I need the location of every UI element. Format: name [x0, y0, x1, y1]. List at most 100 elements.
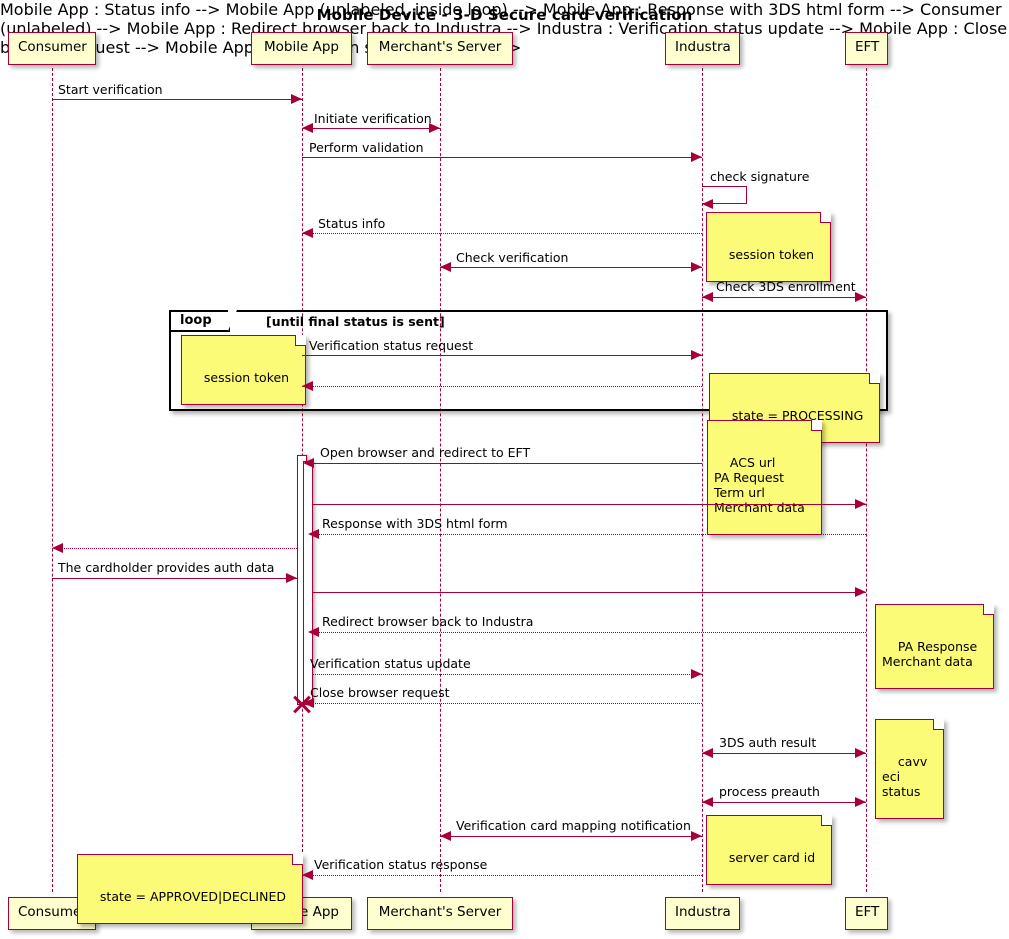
message-line-initiate-verification [302, 128, 440, 129]
message-label-redirect-back-industra: Redirect browser back to Industra [322, 614, 534, 629]
arrowhead-right-icon [855, 292, 866, 302]
message-label-perform-validation: Perform validation [309, 140, 424, 155]
message-label-initiate-verification: Initiate verification [314, 111, 432, 126]
participant-merchant-bottom[interactable]: Merchant's Server [367, 897, 513, 930]
arrowhead-left-icon [702, 199, 713, 209]
participant-label: Consumer [18, 39, 87, 55]
note-fold-icon [820, 212, 832, 223]
note-cavv-eci-status: cavv eci status [875, 719, 945, 819]
participant-label: EFT [855, 39, 880, 55]
message-line-render-form-to-consumer [52, 548, 297, 549]
note-text: server card id [728, 850, 816, 865]
message-line-cardholder-auth-data [52, 578, 297, 579]
message-line-submit-pareq [313, 504, 866, 505]
note-fold-icon [821, 815, 833, 826]
participant-label: EFT [855, 904, 880, 920]
note-server-card-id: server card id [706, 815, 833, 885]
message-line-start-verification [52, 99, 302, 100]
message-label-cardholder-auth-data: The cardholder provides auth data [58, 560, 275, 575]
participant-industra-top[interactable]: Industra [665, 32, 740, 65]
message-line-verification-status-response [302, 875, 702, 876]
arrowhead-left-icon [308, 529, 319, 539]
message-label-card-mapping-notification: Verification card mapping notification [456, 818, 691, 833]
note-state-approved-declined: state = APPROVED|DECLINED [77, 854, 303, 924]
participant-mobileapp-top[interactable]: Mobile App [251, 32, 352, 65]
message-label-check-signature: check signature [710, 169, 810, 184]
participant-merchant-top[interactable]: Merchant's Server [367, 32, 513, 65]
note-fold-icon [869, 373, 881, 384]
arrowhead-left-icon [302, 228, 313, 238]
participant-label: Mobile App [264, 39, 339, 55]
message-label-verification-status-update: Verification status update [310, 656, 471, 671]
arrowhead-right-icon [691, 262, 702, 272]
message-line-redirect-back-industra [313, 632, 866, 633]
note-acs-url-details: ACS url PA Request Term url Merchant dat… [707, 420, 822, 535]
arrowhead-right-icon [291, 94, 302, 104]
note-text: session token [203, 370, 290, 385]
message-line-3ds-auth-result [702, 753, 866, 754]
message-label-verification-status-response: Verification status response [314, 857, 488, 872]
note-session-token-mobileapp: session token [181, 335, 307, 405]
group-condition-loop: [until final status is sent] [266, 314, 445, 329]
participant-eft-top[interactable]: EFT [845, 32, 888, 65]
note-text: PA Response Merchant data [882, 639, 978, 669]
message-line-response-3ds-form [313, 534, 866, 535]
message-label-check-3ds-enrollment: Check 3DS enrollment [716, 279, 856, 294]
arrowhead-left-icon [308, 627, 319, 637]
lifeline-consumer [52, 68, 53, 892]
arrowhead-left-icon [702, 797, 713, 807]
message-line-perform-validation [302, 157, 702, 158]
message-label-open-browser-redirect: Open browser and redirect to EFT [320, 445, 531, 460]
message-line-process-preauth [702, 802, 866, 803]
arrowhead-left-icon [302, 381, 313, 391]
message-line-check-verification [440, 267, 702, 268]
group-tab-loop: loop [171, 310, 237, 332]
arrowhead-right-icon [691, 350, 702, 360]
participant-industra-bottom[interactable]: Industra [665, 897, 740, 930]
arrowhead-right-icon [855, 797, 866, 807]
lifeline-eft [866, 68, 867, 892]
message-label-status-info: Status info [318, 216, 386, 231]
arrowhead-left-icon [302, 870, 313, 880]
arrowhead-right-icon [691, 669, 702, 679]
message-label-verification-status-request: Verification status request [309, 338, 474, 353]
sequence-diagram-canvas: Mobile Device - 3-D Secure card verifica… [0, 0, 1009, 939]
message-label-check-verification: Check verification [456, 250, 569, 265]
note-session-token-industra: session token [706, 212, 832, 282]
arrowhead-right-icon [855, 587, 866, 597]
arrowhead-right-icon [691, 831, 702, 841]
note-text: session token [728, 247, 815, 262]
participant-label: Industra [675, 39, 731, 55]
message-label-start-verification: Start verification [58, 82, 163, 97]
arrowhead-right-icon [855, 748, 866, 758]
message-line-close-browser-request [313, 703, 702, 704]
note-text: cavv eci status [882, 754, 928, 799]
note-text: state = APPROVED|DECLINED [99, 889, 286, 904]
message-line-verification-status-update [313, 674, 702, 675]
arrowhead-left-icon [440, 262, 451, 272]
message-label-3ds-auth-result: 3DS auth result [719, 735, 817, 750]
note-fold-icon [291, 854, 303, 865]
destroy-marker-mobileapp [291, 693, 313, 715]
message-label-close-browser-request: Close browser request [310, 685, 450, 700]
arrowhead-left-icon [702, 292, 713, 302]
message-line-status-info [302, 233, 702, 234]
arrowhead-left-icon [303, 458, 314, 468]
message-line-loop-status-response [302, 386, 702, 387]
message-line-post-auth-data [313, 592, 866, 593]
message-label-process-preauth: process preauth [719, 784, 820, 799]
note-text: ACS url PA Request Term url Merchant dat… [714, 455, 805, 515]
message-line-verification-status-request [302, 355, 702, 356]
participant-consumer-top[interactable]: Consumer [8, 32, 96, 65]
note-pa-response: PA Response Merchant data [875, 604, 995, 689]
arrowhead-left-icon [702, 748, 713, 758]
participant-label: Merchant's Server [378, 904, 502, 920]
arrowhead-right-icon [286, 573, 297, 583]
message-line-open-browser-redirect [308, 463, 702, 464]
arrowhead-left-icon [302, 123, 313, 133]
note-fold-icon [933, 719, 945, 730]
lifeline-merchant [440, 68, 441, 892]
participant-eft-bottom[interactable]: EFT [845, 897, 888, 930]
note-fold-icon [983, 604, 995, 615]
participant-label: Merchant's Server [378, 39, 502, 55]
